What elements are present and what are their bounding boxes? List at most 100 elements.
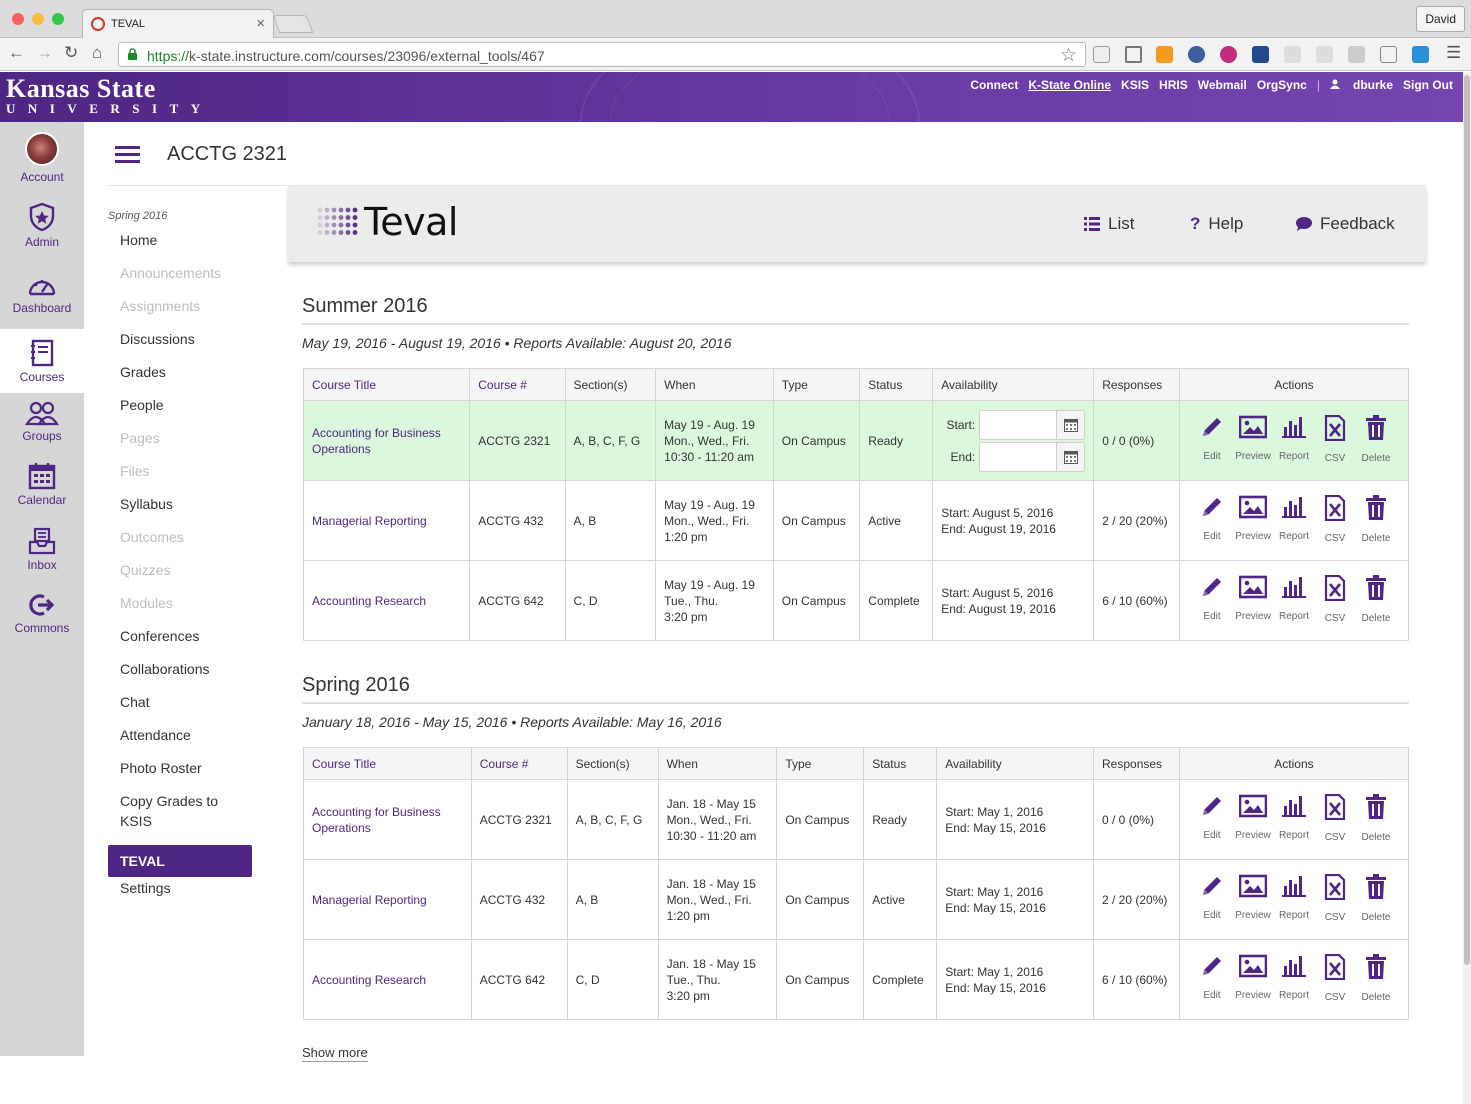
csv-button[interactable]: CSV — [1315, 953, 1355, 1006]
end-date-input[interactable] — [979, 441, 1058, 472]
ksu-logo[interactable]: Kansas State UNIVERSITY — [6, 76, 213, 116]
gnav-account[interactable]: Account — [0, 122, 84, 188]
course-menu-toggle[interactable] — [115, 146, 140, 163]
column-header-course-title[interactable]: Course Title — [302, 368, 471, 401]
extension-puzzle-icon[interactable] — [1316, 46, 1333, 63]
extension-in-icon[interactable] — [1093, 46, 1110, 63]
course-nav-item-modules[interactable]: Modules — [108, 593, 258, 626]
course-nav-item-announcements[interactable]: Announcements — [108, 263, 258, 296]
column-header-course[interactable]: Course # — [470, 747, 568, 780]
course-nav-item-teval[interactable]: TEVAL — [108, 845, 252, 877]
calendar-picker-icon[interactable] — [1057, 441, 1086, 472]
course-title-link[interactable]: Accounting Research — [303, 939, 472, 1020]
delete-button[interactable]: Delete — [1356, 793, 1396, 846]
course-nav-item-attendance[interactable]: Attendance — [108, 725, 258, 758]
forward-icon[interactable]: → — [36, 43, 53, 63]
preview-button[interactable]: Preview — [1233, 495, 1273, 547]
browser-tab[interactable]: TEVAL × — [82, 9, 274, 38]
menu-icon[interactable]: ☰ — [1446, 43, 1461, 63]
preview-button[interactable]: Preview — [1233, 575, 1273, 627]
course-nav-item-chat[interactable]: Chat — [108, 692, 258, 725]
csv-button[interactable]: CSV — [1315, 793, 1355, 846]
link-hris[interactable]: HRIS — [1159, 78, 1188, 92]
report-button[interactable]: Report — [1274, 415, 1314, 467]
course-nav-item-collaborations[interactable]: Collaborations — [108, 659, 258, 692]
course-nav-item-photo-roster[interactable]: Photo Roster — [108, 758, 258, 791]
course-nav-item-files[interactable]: Files — [108, 461, 258, 494]
extension-s-icon[interactable] — [1412, 46, 1429, 63]
csv-button[interactable]: CSV — [1315, 574, 1355, 627]
cast-icon[interactable] — [1125, 46, 1142, 63]
home-icon[interactable]: ⌂ — [92, 43, 102, 63]
start-date-input[interactable] — [979, 409, 1058, 440]
link-orgsync[interactable]: OrgSync — [1257, 78, 1307, 92]
course-nav-item-discussions[interactable]: Discussions — [108, 329, 258, 362]
course-title-link[interactable]: Accounting for Business Operations — [302, 400, 471, 481]
edit-button[interactable]: Edit — [1192, 794, 1232, 846]
profile-button[interactable]: David — [1416, 6, 1465, 32]
zoom-window-button[interactable] — [52, 13, 64, 25]
extension-json-icon[interactable] — [1380, 46, 1397, 63]
extension-chart-icon[interactable] — [1156, 46, 1173, 63]
gnav-admin[interactable]: Admin — [0, 202, 84, 268]
edit-button[interactable]: Edit — [1192, 415, 1232, 467]
course-nav-item-outcomes[interactable]: Outcomes — [108, 527, 258, 560]
link-connect[interactable]: Connect — [970, 78, 1018, 92]
csv-button[interactable]: CSV — [1315, 414, 1355, 467]
delete-button[interactable]: Delete — [1356, 494, 1396, 547]
delete-button[interactable]: Delete — [1356, 953, 1396, 1006]
preview-button[interactable]: Preview — [1233, 415, 1273, 467]
course-title-link[interactable]: Accounting for Business Operations — [303, 779, 472, 860]
course-nav-item-people[interactable]: People — [108, 395, 258, 428]
reload-icon[interactable]: ↻ — [64, 43, 78, 63]
course-title[interactable]: ACCTG 2321 — [167, 143, 287, 166]
address-bar[interactable]: https://k-state.instructure.com/courses/… — [118, 42, 1086, 67]
course-nav-item-grades[interactable]: Grades — [108, 362, 258, 395]
course-title-link[interactable]: Managerial Reporting — [302, 480, 471, 561]
course-title-link[interactable]: Accounting Research — [302, 560, 471, 641]
gnav-calendar[interactable]: Calendar — [0, 462, 84, 528]
user-link[interactable]: dburke — [1329, 78, 1393, 92]
edit-button[interactable]: Edit — [1192, 874, 1232, 926]
extension-circle-icon[interactable] — [1220, 46, 1237, 63]
delete-button[interactable]: Delete — [1356, 574, 1396, 627]
minimize-window-button[interactable] — [32, 13, 44, 25]
extension-grid-icon[interactable] — [1284, 46, 1301, 63]
report-button[interactable]: Report — [1274, 575, 1314, 627]
report-button[interactable]: Report — [1274, 954, 1314, 1006]
extension-amp-icon[interactable] — [1252, 46, 1269, 63]
course-nav-item-quizzes[interactable]: Quizzes — [108, 560, 258, 593]
edit-button[interactable]: Edit — [1192, 495, 1232, 547]
gnav-courses[interactable]: Courses — [0, 329, 84, 393]
scrollbar-thumb[interactable] — [1464, 75, 1470, 965]
back-icon[interactable]: ← — [8, 43, 25, 63]
close-window-button[interactable] — [12, 13, 24, 25]
preview-button[interactable]: Preview — [1233, 794, 1273, 846]
course-title-link[interactable]: Managerial Reporting — [303, 859, 472, 940]
report-button[interactable]: Report — [1274, 495, 1314, 547]
preview-button[interactable]: Preview — [1233, 954, 1273, 1006]
link-ksis[interactable]: KSIS — [1121, 78, 1149, 92]
column-header-course-title[interactable]: Course Title — [303, 747, 472, 780]
link-webmail[interactable]: Webmail — [1198, 78, 1247, 92]
feedback-link[interactable]: Feedback — [1296, 214, 1395, 234]
bookmark-star-icon[interactable]: ☆ — [1060, 44, 1077, 67]
course-nav-item-assignments[interactable]: Assignments — [108, 296, 258, 329]
gnav-inbox[interactable]: Inbox — [0, 527, 84, 593]
link-kstate-online[interactable]: K-State Online — [1028, 78, 1111, 92]
course-nav-item-conferences[interactable]: Conferences — [108, 626, 258, 659]
list-link[interactable]: List — [1084, 214, 1134, 234]
report-button[interactable]: Report — [1274, 874, 1314, 926]
new-tab-button[interactable] — [272, 15, 314, 33]
help-link[interactable]: ? Help — [1190, 214, 1243, 234]
sign-out-link[interactable]: Sign Out — [1403, 78, 1453, 92]
show-more-link[interactable]: Show more — [302, 1045, 368, 1062]
course-nav-item-settings[interactable]: Settings — [108, 878, 258, 911]
extension-db-icon[interactable] — [1188, 46, 1205, 63]
edit-button[interactable]: Edit — [1192, 954, 1232, 1006]
delete-button[interactable]: Delete — [1356, 873, 1396, 926]
course-nav-item-home[interactable]: Home — [108, 230, 258, 263]
preview-button[interactable]: Preview — [1233, 874, 1273, 926]
gnav-groups[interactable]: Groups — [0, 400, 84, 466]
csv-button[interactable]: CSV — [1315, 494, 1355, 547]
